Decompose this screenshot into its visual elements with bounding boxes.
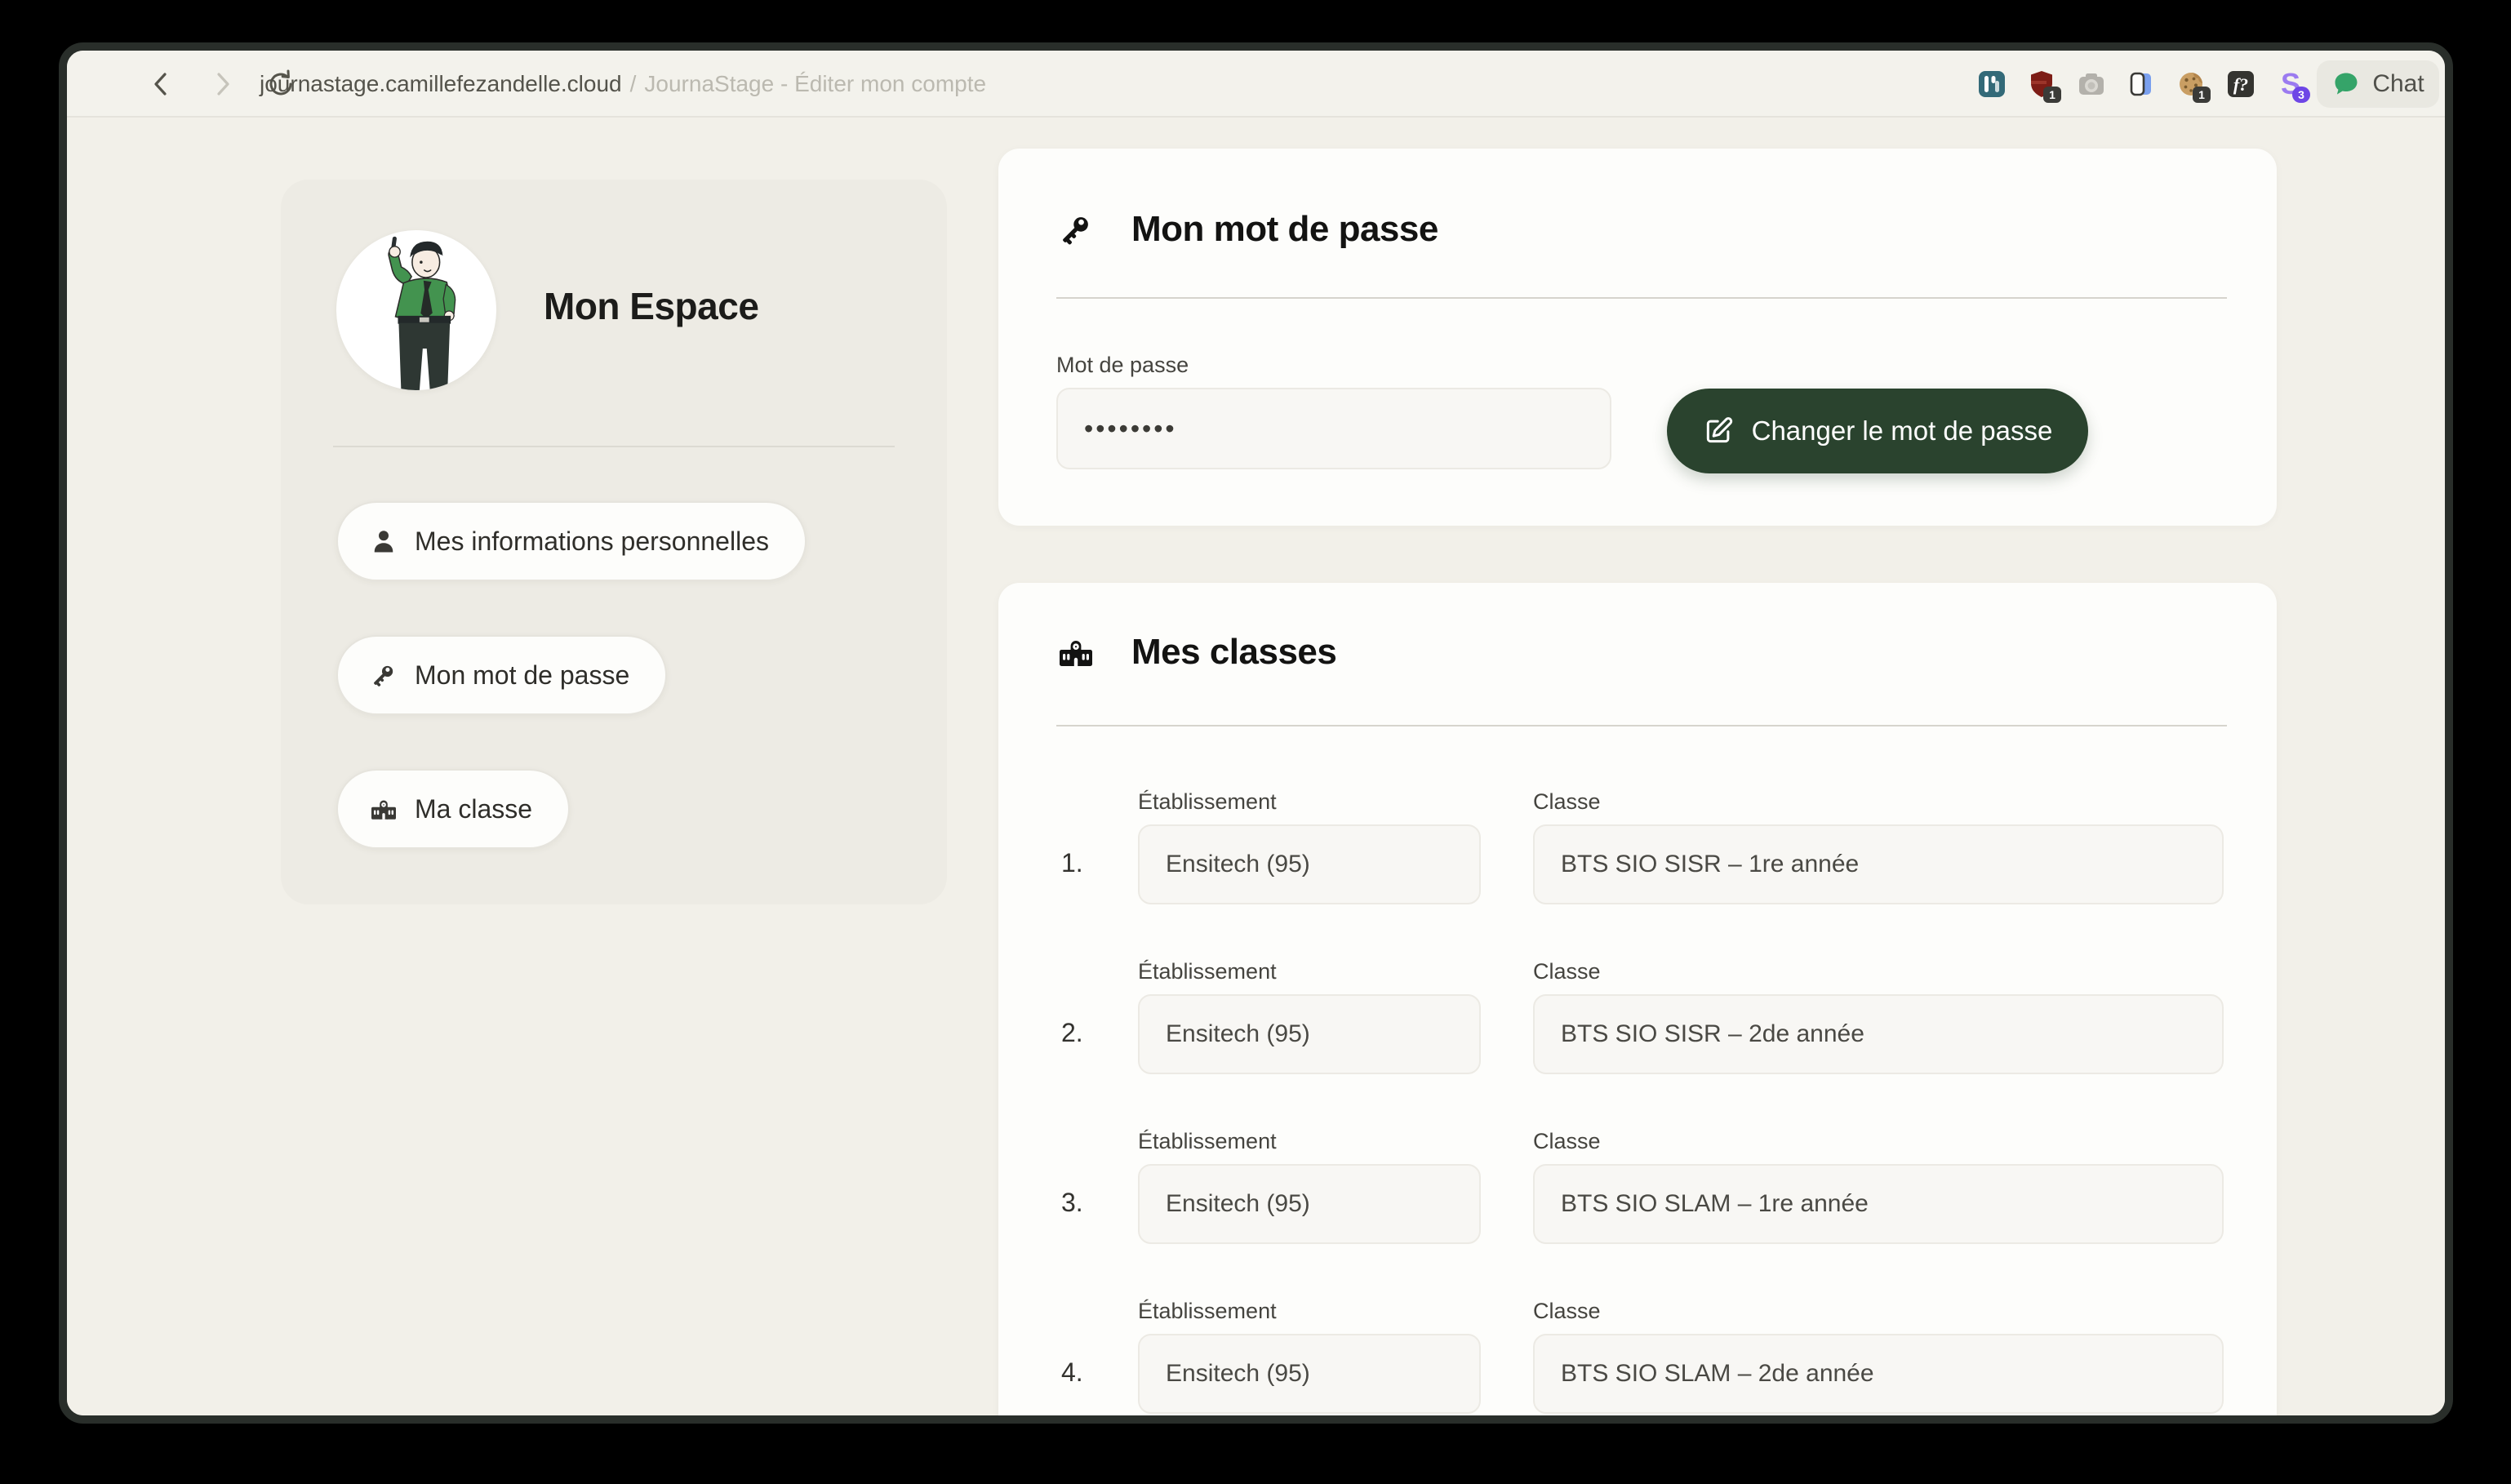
chat-button[interactable]: Chat: [2317, 60, 2439, 108]
school-icon: [369, 794, 398, 824]
classe-label: Classe: [1533, 959, 2224, 984]
chat-bubble-icon: [2331, 69, 2361, 99]
etablissement-field-group: Établissement: [1138, 789, 1481, 904]
password-field-label: Mot de passe: [1056, 353, 1611, 378]
classes-card: Mes classes 1. Établissement Classe 2. É…: [998, 583, 2277, 1424]
stylus-badge: 3: [2292, 87, 2310, 103]
classe-input[interactable]: [1533, 1334, 2224, 1414]
classe-label: Classe: [1533, 789, 2224, 815]
avatar: [336, 230, 496, 390]
divider: [1056, 297, 2227, 299]
classe-field-group: Classe: [1533, 789, 2224, 904]
url-page-title: JournaStage - Éditer mon compte: [644, 71, 986, 97]
chat-button-label: Chat: [2372, 70, 2424, 98]
extension-camera-icon[interactable]: [2075, 68, 2108, 100]
etablissement-label: Établissement: [1138, 1129, 1481, 1154]
row-number: 1.: [1061, 848, 1083, 878]
divider: [1056, 725, 2227, 726]
extension-shield-icon[interactable]: 1: [2025, 68, 2058, 100]
classe-input[interactable]: [1533, 1164, 2224, 1244]
etablissement-input[interactable]: [1138, 824, 1481, 904]
divider: [333, 446, 895, 447]
chevron-left-icon: [145, 68, 178, 100]
classe-field-group: Classe: [1533, 959, 2224, 1074]
school-icon: [1056, 633, 1096, 672]
sidebar-item-informations[interactable]: Mes informations personnelles: [336, 501, 807, 581]
etablissement-field-group: Établissement: [1138, 1299, 1481, 1414]
etablissement-input[interactable]: [1138, 1164, 1481, 1244]
chevron-right-icon: [206, 68, 238, 100]
classe-label: Classe: [1533, 1129, 2224, 1154]
avatar-illustration: [336, 230, 496, 390]
edit-icon: [1703, 415, 1734, 447]
etablissement-label: Établissement: [1138, 789, 1481, 815]
etablissement-input[interactable]: [1138, 994, 1481, 1074]
classe-input[interactable]: [1533, 824, 2224, 904]
sidebar-item-password[interactable]: Mon mot de passe: [336, 635, 667, 715]
key-icon: [369, 660, 398, 690]
browser-toolbar: journastage.camillefezandelle.cloud / Jo…: [67, 51, 2445, 118]
change-password-button[interactable]: Changer le mot de passe: [1667, 389, 2088, 473]
extension-phone-icon[interactable]: [2125, 68, 2158, 100]
classes-card-header: Mes classes: [1056, 632, 1336, 673]
class-row: 4. Établissement Classe: [998, 1299, 2277, 1424]
fonts-icon-label: f?: [2233, 74, 2248, 95]
profile-card: Mon Espace Mes informations personnelles…: [281, 180, 947, 904]
etablissement-label: Établissement: [1138, 1299, 1481, 1324]
sidebar-item-label: Ma classe: [415, 794, 532, 824]
row-number: 4.: [1061, 1357, 1083, 1388]
extension-stylus-icon[interactable]: S 3: [2274, 68, 2307, 100]
browser-window: journastage.camillefezandelle.cloud / Jo…: [59, 42, 2453, 1424]
password-card: Mon mot de passe Mot de passe Changer le…: [998, 149, 2277, 526]
forward-button[interactable]: [206, 68, 238, 100]
classe-input[interactable]: [1533, 994, 2224, 1074]
password-field-group: Mot de passe: [1056, 353, 1611, 469]
extension-cookie-icon[interactable]: 1: [2175, 68, 2207, 100]
row-number: 3.: [1061, 1188, 1083, 1218]
shield-badge: 1: [2043, 87, 2061, 103]
etablissement-field-group: Établissement: [1138, 1129, 1481, 1244]
sidebar-item-label: Mes informations personnelles: [415, 527, 769, 557]
class-row: 1. Établissement Classe: [998, 789, 2277, 920]
classe-field-group: Classe: [1533, 1299, 2224, 1414]
classes-card-title: Mes classes: [1131, 632, 1336, 673]
password-card-header: Mon mot de passe: [1056, 209, 1438, 250]
classe-field-group: Classe: [1533, 1129, 2224, 1244]
url-separator: /: [630, 71, 637, 97]
class-row: 3. Établissement Classe: [998, 1129, 2277, 1260]
extension-fonts-icon[interactable]: f?: [2224, 68, 2257, 100]
sidebar-item-classe[interactable]: Ma classe: [336, 769, 570, 849]
etablissement-field-group: Établissement: [1138, 959, 1481, 1074]
url-domain: journastage.camillefezandelle.cloud: [260, 71, 622, 97]
page-content: Mon Espace Mes informations personnelles…: [67, 119, 2445, 1415]
password-input[interactable]: [1056, 388, 1611, 469]
etablissement-label: Établissement: [1138, 959, 1481, 984]
cookie-badge: 1: [2193, 87, 2211, 103]
etablissement-input[interactable]: [1138, 1334, 1481, 1414]
change-password-label: Changer le mot de passe: [1752, 415, 2053, 447]
classe-label: Classe: [1533, 1299, 2224, 1324]
person-icon: [369, 527, 398, 556]
row-number: 2.: [1061, 1018, 1083, 1048]
key-icon: [1056, 210, 1096, 249]
back-button[interactable]: [145, 68, 178, 100]
password-card-title: Mon mot de passe: [1131, 209, 1438, 250]
page-title: Mon Espace: [544, 284, 758, 328]
class-row: 2. Établissement Classe: [998, 959, 2277, 1090]
extension-bars-icon[interactable]: [1975, 68, 2008, 100]
sidebar-item-label: Mon mot de passe: [415, 660, 629, 691]
address-bar[interactable]: journastage.camillefezandelle.cloud / Jo…: [260, 51, 986, 118]
